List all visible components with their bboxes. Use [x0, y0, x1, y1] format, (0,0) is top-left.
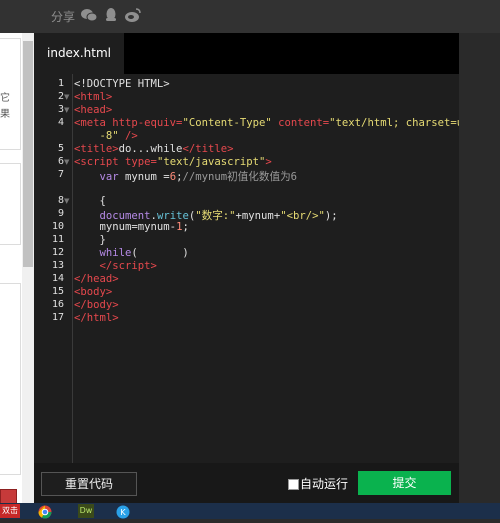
code-line: <head>	[74, 104, 113, 116]
line-number: 12	[51, 247, 64, 258]
submit-button[interactable]: 提交	[358, 471, 451, 495]
qq-icon[interactable]	[103, 7, 121, 23]
code-line: <script type="text/javascript">	[74, 156, 272, 168]
tab-index-html[interactable]: index.html	[34, 33, 124, 74]
code-line: </body>	[74, 299, 119, 311]
tab-bar: index.html	[34, 33, 459, 74]
reset-code-button[interactable]: 重置代码	[41, 472, 137, 496]
top-bar: 分享	[0, 0, 500, 33]
autorun-label: 自动运行	[300, 477, 349, 491]
line-number: 14	[51, 273, 64, 284]
line-number: 1	[57, 78, 64, 89]
share-label: 分享	[51, 10, 76, 24]
line-number: 13	[51, 260, 64, 271]
scrollbar-thumb[interactable]	[23, 41, 33, 267]
fold-arrow-icon[interactable]: ▼	[64, 158, 69, 166]
code-line: <html>	[74, 91, 113, 103]
left-panel	[0, 163, 21, 245]
line-number: 15	[51, 286, 64, 297]
code-line: <body>	[74, 286, 113, 298]
right-panel	[459, 33, 500, 503]
svg-text:K: K	[120, 508, 126, 517]
left-panel	[0, 283, 21, 475]
autorun-toggle[interactable]: 自动运行	[288, 475, 348, 492]
code-line: <meta http-equiv="Content-Type" content=…	[74, 117, 476, 129]
line-number: 8	[57, 195, 64, 206]
autorun-checkbox[interactable]	[288, 479, 299, 490]
code-area[interactable]: <!DOCTYPE HTML> <html> <head> <meta http…	[74, 74, 476, 463]
left-glyph: 果	[0, 109, 10, 120]
code-line: var mynum =6;//mynum初值化数值为6	[99, 171, 298, 183]
code-line: <!DOCTYPE HTML>	[74, 78, 170, 90]
wechat-icon[interactable]	[80, 7, 98, 23]
line-number: 17	[51, 312, 64, 323]
fold-arrow-icon[interactable]: ▼	[64, 93, 69, 101]
line-number: 10	[51, 221, 64, 232]
weibo-icon[interactable]	[124, 7, 142, 23]
line-number: 2	[57, 91, 64, 102]
code-line: }	[74, 234, 106, 246]
line-number: 9	[57, 208, 64, 219]
fold-arrow-icon[interactable]: ▼	[64, 197, 69, 205]
code-line: mynum=mynum-1;	[74, 221, 189, 233]
line-number: 6	[57, 156, 64, 167]
code-line: -8" />	[74, 130, 138, 142]
taskbar-app[interactable]: 双击	[0, 504, 20, 518]
code-line: while( )	[99, 247, 189, 259]
line-number: 3	[57, 104, 64, 115]
line-number: 4	[57, 117, 64, 128]
line-number: 16	[51, 299, 64, 310]
taskbar: 双击 Dw K	[0, 503, 500, 519]
kugou-icon[interactable]: K	[115, 504, 131, 519]
code-editor: index.html 1 2 ▼ 3 ▼ 4 5 6 ▼ 7 8 ▼ 9 10 …	[34, 33, 476, 503]
line-gutter: 1 2 ▼ 3 ▼ 4 5 6 ▼ 7 8 ▼ 9 10 11 12 13 14…	[34, 74, 73, 463]
code-line: {	[74, 195, 106, 207]
fold-arrow-icon[interactable]: ▼	[64, 106, 69, 114]
code-line: </script>	[99, 260, 157, 272]
code-line: <title>do...while</title>	[74, 143, 234, 155]
code-line: </head>	[74, 273, 119, 285]
editor-toolbar: 重置代码 自动运行 提交	[34, 463, 459, 503]
left-page-strip: 它 果	[0, 33, 34, 503]
line-number: 11	[51, 234, 64, 245]
left-glyph: 它	[0, 93, 10, 104]
line-number: 5	[57, 143, 64, 154]
line-number: 7	[57, 169, 64, 180]
chrome-icon[interactable]	[37, 504, 53, 519]
red-button[interactable]	[0, 489, 17, 504]
code-line: </html>	[74, 312, 119, 324]
dreamweaver-icon[interactable]: Dw	[78, 504, 94, 518]
